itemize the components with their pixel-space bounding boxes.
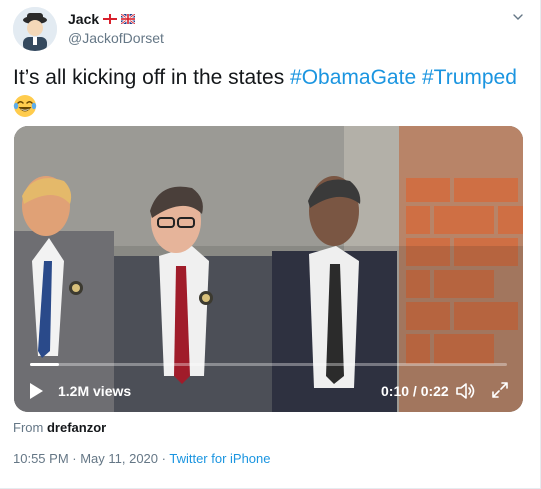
view-count: 1.2M views bbox=[58, 383, 132, 399]
video-time: 0:10 / 0:22 bbox=[381, 383, 449, 399]
hashtag-trumped[interactable]: #Trumped bbox=[422, 66, 517, 89]
fullscreen-icon[interactable] bbox=[490, 380, 510, 400]
video-frame bbox=[14, 126, 523, 412]
attribution-source-link[interactable]: drefanzor bbox=[47, 420, 106, 435]
video-progress-bar[interactable] bbox=[30, 363, 507, 366]
hashtag-obamagate[interactable]: #ObamaGate bbox=[290, 66, 416, 89]
attribution-prefix: From bbox=[13, 420, 44, 435]
user-handle[interactable]: @JackofDorset bbox=[68, 30, 164, 46]
video-progress-fill bbox=[30, 363, 59, 366]
tweet-timestamp[interactable]: 10:55 PM · May 11, 2020 · bbox=[13, 451, 166, 466]
video-controls: 1.2M views 0:10 / 0:22 bbox=[14, 372, 523, 412]
video-player[interactable]: 1.2M views 0:10 / 0:22 bbox=[14, 126, 523, 412]
play-icon[interactable] bbox=[28, 382, 44, 400]
tweet-header: Jack @JackofDorset bbox=[13, 7, 528, 51]
union-jack-icon bbox=[121, 14, 136, 24]
tweet-text: It’s all kicking off in the states #Obam… bbox=[13, 64, 528, 91]
display-name[interactable]: Jack bbox=[68, 11, 99, 27]
tweet-body-text: It’s all kicking off in the states bbox=[13, 66, 285, 89]
tears-of-joy-emoji-icon bbox=[13, 95, 37, 117]
volume-icon[interactable] bbox=[454, 380, 476, 402]
author-row: Jack bbox=[68, 10, 136, 28]
video-attribution: From drefanzor bbox=[13, 420, 106, 435]
chevron-down-icon[interactable] bbox=[512, 11, 524, 23]
england-flag-icon bbox=[103, 14, 118, 24]
avatar[interactable] bbox=[13, 7, 57, 51]
tweet-client-link[interactable]: Twitter for iPhone bbox=[169, 451, 270, 466]
tweet-meta: 10:55 PM · May 11, 2020 · Twitter for iP… bbox=[13, 451, 271, 466]
